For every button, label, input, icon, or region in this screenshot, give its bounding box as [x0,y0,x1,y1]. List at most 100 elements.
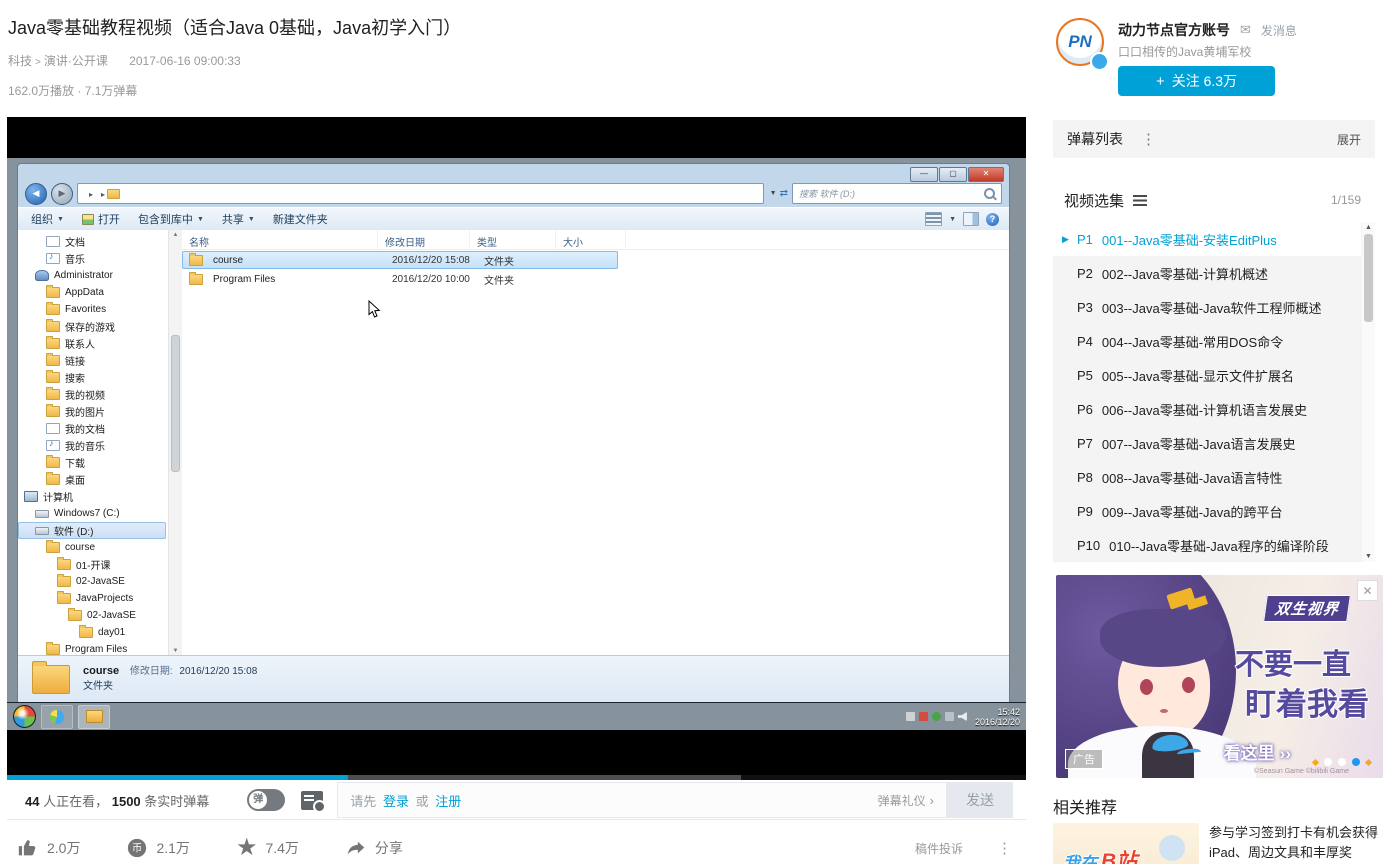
carousel-dot[interactable] [1324,758,1332,766]
carousel-dot[interactable] [1338,758,1346,766]
tray-icon[interactable] [945,712,954,721]
preview-pane-icon[interactable] [963,212,979,226]
episode-item[interactable]: ▶ P3 003--Java零基础-Java软件工程师概述 [1053,290,1361,324]
video-player[interactable]: — ▢ ✕ ◀ ▶ ▼ ⇄ 搜索 软件 (D:) [7,117,1026,775]
scroll-up-icon[interactable]: ▲ [169,232,182,238]
list-icon[interactable] [1133,195,1147,206]
explorer-tree-item[interactable]: 下载 [18,454,168,471]
maximize-icon[interactable]: ▢ [939,167,967,182]
column-date[interactable]: 修改日期 [378,230,470,249]
send-message-link[interactable]: 发消息 [1261,22,1297,39]
volume-icon[interactable] [958,712,967,721]
danmaku-etiquette-link[interactable]: 弹幕礼仪 [878,792,934,809]
like-button[interactable]: 2.0万 [17,837,80,859]
login-link[interactable]: 登录 [383,794,409,809]
scroll-down-icon[interactable]: ▼ [1362,553,1375,560]
favorite-button[interactable]: ★ 7.4万 [236,837,299,859]
explorer-tree-item[interactable]: 我的图片 [18,403,168,420]
ad-close-icon[interactable]: ✕ [1357,580,1378,601]
list-view-icon[interactable] [925,212,942,226]
danmaku-list-menu-icon[interactable]: ⋮ [1141,130,1156,148]
danmaku-toggle[interactable]: 弹 [247,789,285,811]
taskbar-clock[interactable]: 15:42 2016/12/20 [975,707,1020,727]
expand-button[interactable]: 展开 [1337,131,1361,148]
explorer-tree-item[interactable]: 桌面 [18,471,168,488]
toolbar-button[interactable]: 打开▼ [73,211,129,227]
episode-item[interactable]: ▶ P6 006--Java零基础-计算机语言发展史 [1053,392,1361,426]
explorer-tree-item[interactable]: Favorites [18,301,168,318]
address-crumb[interactable] [95,188,105,200]
related-thumbnail[interactable]: 我在 B站 [1053,823,1199,864]
column-size[interactable]: 大小 [556,230,626,249]
scroll-up-icon[interactable]: ▲ [1362,224,1375,231]
file-row[interactable]: Program Files 2016/12/20 10:00 文件夹 [182,270,1009,288]
explorer-tree-item[interactable]: 软件 (D:) [18,522,166,539]
toolbar-button[interactable]: 包含到库中▼ [129,211,213,227]
column-name[interactable]: 名称 [182,230,378,249]
explorer-tree-item[interactable]: 链接 [18,352,168,369]
register-link[interactable]: 注册 [435,794,461,809]
toolbar-button[interactable]: 组织▼ [22,211,73,227]
episode-item[interactable]: ▶ P9 009--Java零基础-Java的跨平台 [1053,494,1361,528]
explorer-tree-item[interactable]: 我的视频 [18,386,168,403]
toolbar-button[interactable]: 新建文件夹▼ [264,211,337,227]
follow-button[interactable]: +关注 6.3万 [1118,66,1275,96]
chevron-down-icon[interactable]: ▼ [949,216,956,223]
tray-icon[interactable] [932,712,941,721]
explorer-tree-item[interactable]: Administrator [18,267,168,284]
explorer-tree-item[interactable]: AppData [18,284,168,301]
episode-item[interactable]: ▶ P8 008--Java零基础-Java语言特性 [1053,460,1361,494]
episode-item[interactable]: ▶ P5 005--Java零基础-显示文件扩展名 [1053,358,1361,392]
column-type[interactable]: 类型 [470,230,556,249]
explorer-tree-item[interactable]: 计算机 [18,488,168,505]
explorer-tree-item[interactable]: 保存的游戏 [18,318,168,335]
explorer-tree-item[interactable]: 02-JavaSE [18,607,168,624]
share-button[interactable]: 分享 [345,837,403,859]
start-button-icon[interactable] [13,705,36,728]
explorer-tree-item[interactable]: 02-JavaSE [18,573,168,590]
episode-item[interactable]: ▶ P7 007--Java零基础-Java语言发展史 [1053,426,1361,460]
explorer-tree-item[interactable]: 文档 [18,233,168,250]
explorer-tree-item[interactable]: 01-开课 [18,556,168,573]
send-button[interactable]: 发送 [947,782,1013,818]
ad-banner[interactable]: 双生视界 不要一直 盯着我看 看这里 广告 ✕ ©Seasun Game ©bi… [1056,575,1383,778]
scrollbar-thumb[interactable] [171,335,180,472]
explorer-tree-item[interactable]: 联系人 [18,335,168,352]
player-progress-bar[interactable] [7,775,1026,780]
report-link[interactable]: 稿件投诉 [915,840,963,857]
tray-icon[interactable] [919,712,928,721]
more-options-icon[interactable]: ⋮ [997,839,1012,857]
taskbar-explorer-button[interactable] [78,705,110,729]
back-icon[interactable]: ◀ [25,183,47,205]
scroll-down-icon[interactable]: ▼ [169,648,182,654]
explorer-tree-item[interactable]: Windows7 (C:) [18,505,168,522]
explorer-tree-item[interactable]: 我的文档 [18,420,168,437]
file-row[interactable]: course 2016/12/20 15:08 文件夹 [182,251,618,269]
explorer-tree-item[interactable]: 搜索 [18,369,168,386]
taskbar-browser-button[interactable] [41,705,73,729]
address-crumb[interactable] [83,188,93,200]
explorer-tree-item[interactable]: 音乐 [18,250,168,267]
danmaku-settings-icon[interactable] [301,791,323,810]
explorer-tree-item[interactable]: JavaProjects [18,590,168,607]
episode-item[interactable]: ▶ P2 002--Java零基础-计算机概述 [1053,256,1361,290]
episode-item[interactable]: ▶ P4 004--Java零基础-常用DOS命令 [1053,324,1361,358]
explorer-tree-item[interactable]: day01 [18,624,168,641]
explorer-tree-item[interactable]: Program Files [18,641,168,656]
help-icon[interactable]: ? [986,213,999,226]
subcategory-link[interactable]: 演讲·公开课 [44,54,108,68]
chevron-down-icon[interactable]: ▼ [770,190,777,197]
toolbar-button[interactable]: 共享▼ [213,211,264,227]
scrollbar-thumb[interactable] [1364,234,1373,322]
episode-item[interactable]: ▶ P1 001--Java零基础-安装EditPlus [1053,222,1361,256]
forward-icon[interactable]: ▶ [51,183,73,205]
category-link[interactable]: 科技 [8,54,32,68]
tray-icon[interactable] [906,712,915,721]
related-item[interactable]: 我在 B站 参与学习签到打卡有机会获得iPad、周边文具和丰厚奖 [1053,823,1383,864]
uploader-name[interactable]: 动力节点官方账号 [1118,20,1230,40]
minimize-icon[interactable]: — [910,167,938,182]
close-icon[interactable]: ✕ [968,167,1004,182]
explorer-tree-item[interactable]: 我的音乐 [18,437,168,454]
tree-scrollbar[interactable]: ▲ ▼ [168,230,182,656]
refresh-icon[interactable]: ⇄ [780,188,788,199]
